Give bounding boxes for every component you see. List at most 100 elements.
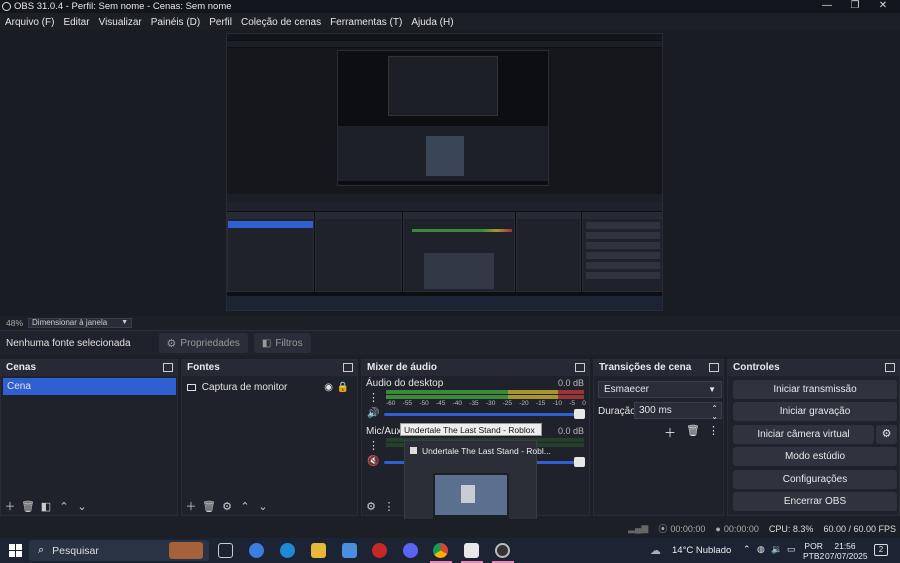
trash-icon[interactable]: 🗑 — [686, 424, 700, 437]
zoom-mode-select[interactable]: Dimensionar à janela ▼ — [28, 317, 133, 328]
kebab-menu-icon[interactable]: ⋮ — [380, 500, 398, 513]
nested-taskbar — [227, 296, 662, 310]
transition-select[interactable]: Esmaecer ▼ — [598, 381, 722, 398]
undock-icon[interactable] — [163, 363, 173, 372]
meter-red — [558, 390, 584, 394]
language-indicator[interactable]: POR PTB2 — [803, 541, 824, 561]
studio-mode-button[interactable]: Modo estúdio — [733, 447, 897, 466]
minimize-button[interactable]: — — [813, 0, 841, 13]
notification-icon[interactable]: 2 — [874, 544, 888, 556]
add-icon[interactable]: ＋ — [182, 498, 200, 514]
eye-icon[interactable]: ◉ — [324, 380, 333, 396]
obs-icon[interactable] — [495, 543, 510, 558]
filter-icon[interactable]: ◧ — [37, 500, 55, 513]
roblox-studio-icon[interactable] — [464, 543, 479, 558]
file-explorer-icon[interactable] — [311, 543, 326, 558]
network-icon[interactable]: ◍ — [757, 544, 765, 555]
opera-gx-icon[interactable] — [372, 543, 387, 558]
menu-visualizar[interactable]: Visualizar — [99, 17, 142, 28]
windows-start-icon[interactable] — [9, 544, 22, 557]
clock-time: 21:56 — [834, 541, 856, 551]
start-recording-button[interactable]: Iniciar gravação — [733, 402, 897, 421]
kebab-menu-icon[interactable]: ⋮ — [368, 391, 379, 404]
scene-item-cena[interactable]: Cena — [3, 378, 176, 395]
controls-dock: Controles Iniciar transmissão Iniciar gr… — [727, 359, 900, 516]
trash-icon[interactable]: 🗑 — [19, 500, 37, 513]
battery-icon[interactable]: ▭ — [787, 544, 796, 555]
volume-slider-desktop[interactable] — [384, 413, 580, 416]
volume-slider-handle[interactable] — [574, 409, 585, 419]
kebab-menu-icon[interactable]: ⋮ — [708, 424, 719, 437]
transitions-dock-title: Transições de cena — [594, 360, 723, 376]
nested-preview-inner — [388, 56, 498, 116]
properties-button[interactable]: ⚙ Propriedades — [158, 333, 248, 353]
status-bar: ▂▄▆ ⦿ 00:00:00 ● 00:00:00 CPU: 8.3% 60.0… — [0, 519, 900, 538]
search-highlight-icon — [169, 542, 203, 559]
zoom-mode-label: Dimensionar à janela — [32, 317, 108, 327]
menu-bar: Arquivo (F) Editar Visualizar Painéis (D… — [0, 14, 900, 30]
undock-icon[interactable] — [885, 363, 895, 372]
chevron-up-icon[interactable]: ⌃ — [743, 544, 751, 555]
nested-mixer-dock — [403, 212, 515, 292]
transition-selected: Esmaecer — [604, 384, 650, 395]
copilot-icon[interactable] — [249, 543, 264, 558]
signal-icon: ▂▄▆ — [628, 523, 649, 533]
lock-icon[interactable]: 🔒 — [337, 380, 349, 396]
clock[interactable]: 21:56 07/07/2025 — [825, 541, 868, 561]
kebab-menu-icon[interactable]: ⋮ — [368, 439, 379, 452]
chrome-icon[interactable] — [433, 543, 448, 558]
source-item-monitor[interactable]: Captura de monitor ◉ 🔒 — [187, 380, 355, 396]
duration-input[interactable]: 300 ms ⌃ ⌄ — [634, 402, 722, 421]
menu-ajuda[interactable]: Ajuda (H) — [411, 17, 453, 28]
filters-button[interactable]: ◧ Filtros — [253, 333, 311, 353]
channel-mic-name: Mic/Aux — [366, 426, 402, 437]
weather-label[interactable]: 14°C Nublado — [672, 545, 731, 556]
start-virtual-camera-button[interactable]: Iniciar câmera virtual — [733, 425, 874, 444]
nested-menubar — [227, 41, 662, 47]
undock-icon[interactable] — [709, 363, 719, 372]
gear-icon[interactable]: ⚙ — [362, 500, 380, 513]
task-view-icon[interactable] — [218, 543, 233, 558]
zoom-percent: 48% — [6, 317, 24, 328]
edge-browser-icon[interactable] — [280, 543, 295, 558]
start-streaming-button[interactable]: Iniciar transmissão — [733, 380, 897, 399]
mic-muted-icon[interactable]: 🔇 — [367, 456, 379, 467]
menu-arquivo[interactable]: Arquivo (F) — [5, 17, 54, 28]
spin-down-icon[interactable]: ⌄ — [711, 409, 718, 424]
gear-icon[interactable]: ⚙ — [218, 500, 236, 513]
nested-controls-dock — [582, 212, 662, 292]
chevron-down-icon: ▼ — [121, 318, 129, 326]
lang-code: POR — [804, 541, 823, 551]
menu-ferramentas[interactable]: Ferramentas (T) — [330, 17, 402, 28]
close-button[interactable]: ✕ — [869, 0, 897, 13]
menu-perfil[interactable]: Perfil — [209, 17, 232, 28]
menu-editar[interactable]: Editar — [63, 17, 89, 28]
undock-icon[interactable] — [343, 363, 353, 372]
menu-colecao-cenas[interactable]: Coleção de cenas — [241, 17, 321, 28]
cpu-usage: CPU: 8.3% — [768, 523, 814, 534]
record-icon: ● — [715, 523, 721, 534]
settings-button[interactable]: Configurações — [733, 470, 897, 489]
menu-paineis[interactable]: Painéis (D) — [151, 17, 200, 28]
move-down-icon[interactable]: ⌄ — [254, 500, 272, 513]
move-up-icon[interactable]: ⌃ — [236, 500, 254, 513]
volume-slider-handle[interactable] — [574, 457, 585, 467]
trash-icon[interactable]: 🗑 — [200, 500, 218, 513]
zoom-bar: 48% Dimensionar à janela ▼ — [0, 316, 900, 329]
speaker-icon[interactable]: 🔊 — [367, 408, 379, 419]
undock-icon[interactable] — [575, 363, 585, 372]
discord-icon[interactable] — [403, 543, 418, 558]
preview-canvas[interactable] — [226, 33, 663, 311]
gear-icon[interactable]: ⚙ — [876, 425, 897, 444]
add-icon[interactable]: ＋ — [1, 498, 19, 514]
speaker-icon[interactable]: 🔉 — [771, 544, 782, 555]
move-up-icon[interactable]: ⌃ — [55, 500, 73, 513]
move-down-icon[interactable]: ⌄ — [73, 500, 91, 513]
exit-button[interactable]: Encerrar OBS — [733, 492, 897, 511]
maximize-button[interactable]: ❐ — [841, 0, 869, 13]
taskbar-search[interactable]: ⌕ Pesquisar — [29, 540, 209, 561]
nested-thumbnail — [426, 136, 464, 176]
channel-desktop-db: 0.0 dB — [557, 378, 584, 388]
add-icon[interactable]: ＋ — [664, 424, 676, 441]
microsoft-store-icon[interactable] — [342, 543, 357, 558]
